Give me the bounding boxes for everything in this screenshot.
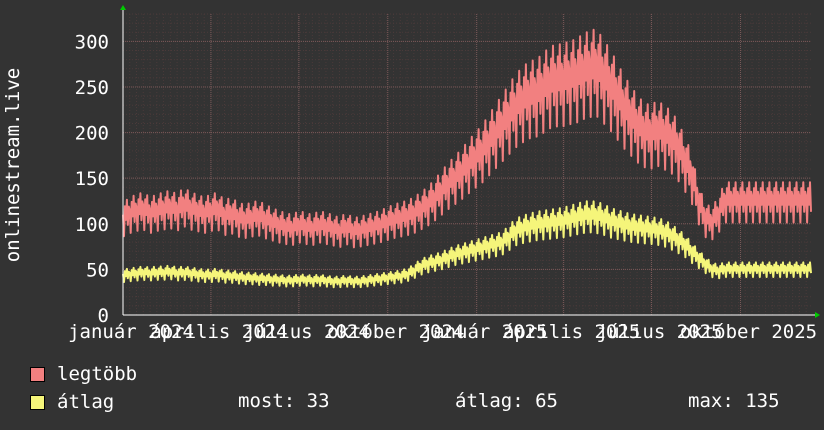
y-tick-label: 300: [75, 31, 109, 53]
legend-label-atlag: átlag: [57, 391, 115, 413]
x-tick-label: október 2025: [680, 321, 817, 343]
legend-swatch-legtobb: [30, 366, 45, 382]
stat-most: most: 33: [238, 390, 330, 412]
y-tick-label: 50: [86, 259, 109, 281]
legend-label-legtobb: legtöbb: [57, 363, 138, 385]
y-tick-label: 150: [75, 168, 109, 190]
y-tick-label: 250: [75, 77, 109, 99]
y-axis-arrow: [120, 5, 126, 10]
series-line-legtobb: [122, 28, 812, 249]
stat-max: max: 135: [688, 390, 780, 412]
y-axis-label: onlinestream.live: [2, 68, 24, 262]
stat-atlag: átlag: 65: [455, 390, 558, 412]
series-layer: [122, 28, 812, 289]
legend-swatch-atlag: [30, 394, 45, 410]
legend-item-legtobb: legtöbb: [30, 363, 137, 385]
y-tick-label: 200: [75, 123, 109, 145]
y-tick-label: 100: [75, 214, 109, 236]
legend-item-atlag: átlag: [30, 391, 114, 413]
x-axis-arrow: [815, 312, 820, 318]
